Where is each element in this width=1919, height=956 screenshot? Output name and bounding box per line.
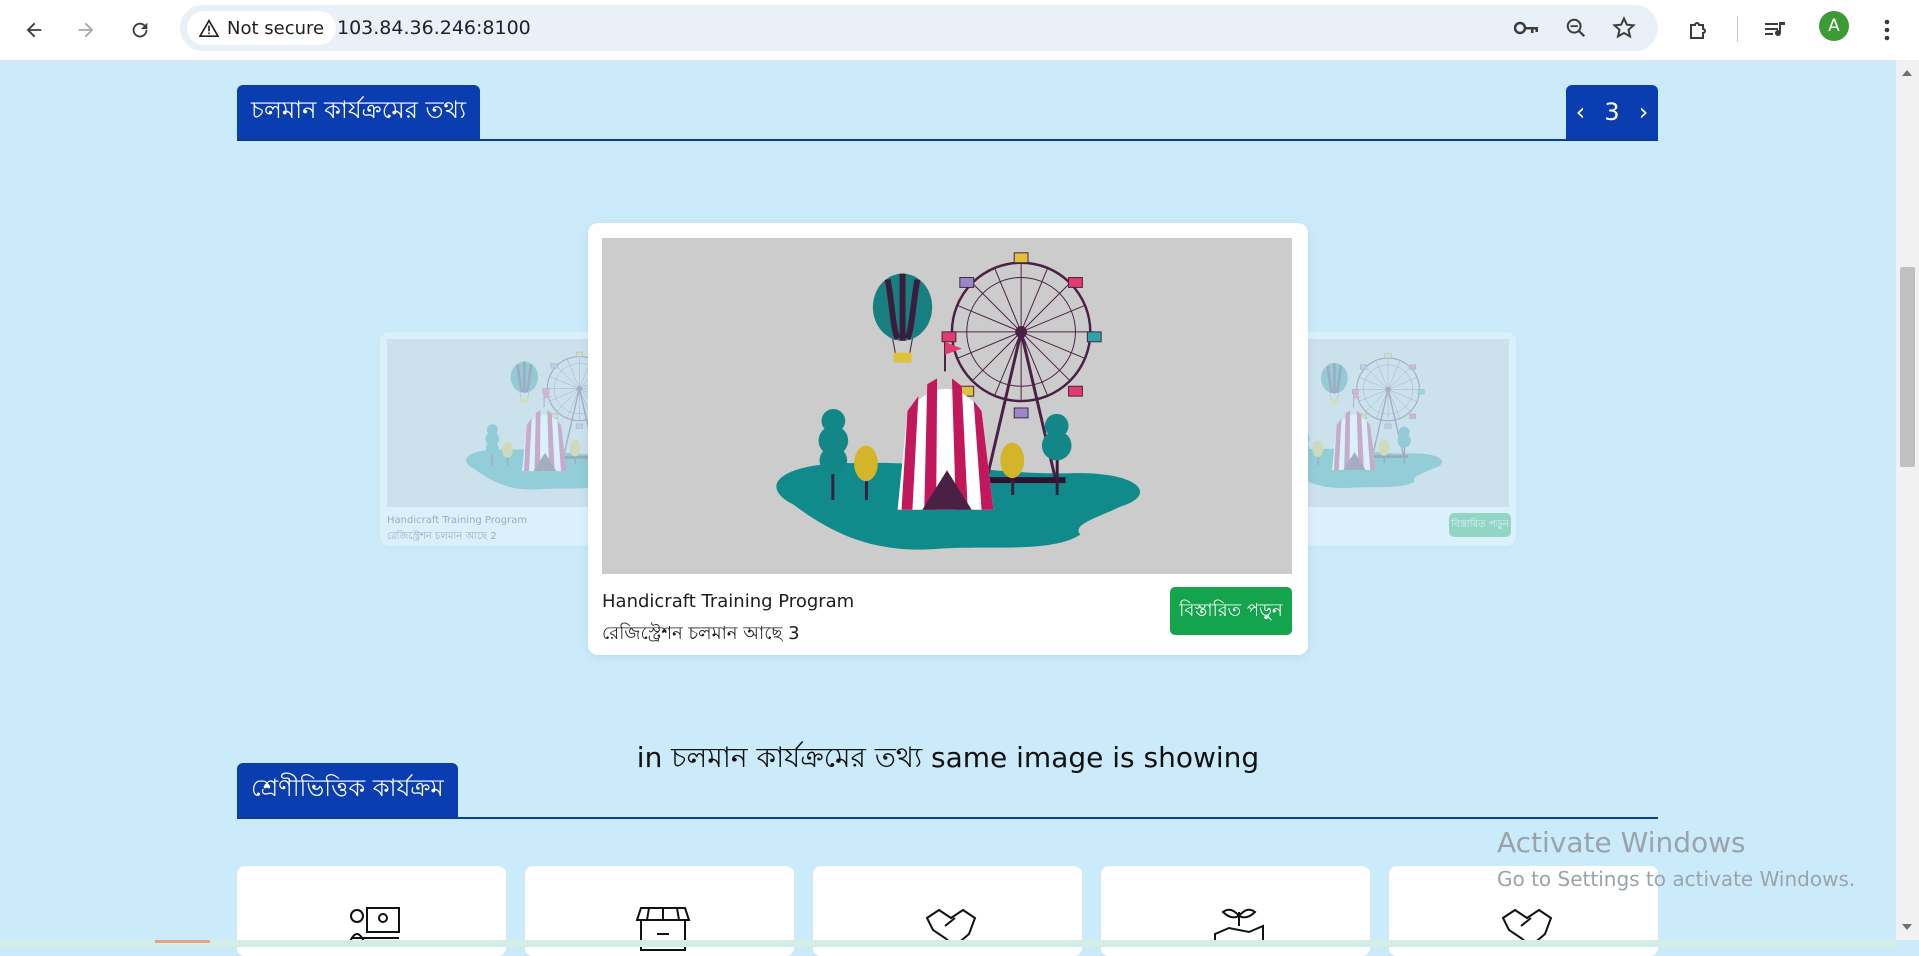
program-status: রেজিস্ট্রেশন চলমান আছে 2 [387,531,497,542]
scroll-down-icon[interactable] [1902,924,1912,930]
star-icon[interactable] [1609,13,1639,43]
key-icon[interactable] [1512,13,1542,43]
profile-avatar[interactable]: A [1819,11,1849,41]
activate-windows-title: Activate Windows [1497,826,1746,859]
address-bar[interactable]: Not secure 103.84.36.246:8100 [180,5,1658,51]
warning-icon [199,19,219,37]
read-more-button[interactable]: বিস্তারিত পড়ুন [1170,587,1292,635]
carousel-card-center[interactable]: Handicraft Training Program রেজিস্ট্রেশন… [588,223,1308,655]
pager-prev-button[interactable]: ‹ [1576,98,1586,126]
toolbar-separator [1737,16,1738,42]
menu-icon[interactable] [1869,12,1905,48]
read-more-button[interactable]: বিস্তারিত পড়ুন [1449,513,1511,537]
zoom-icon[interactable] [1561,13,1591,43]
media-icon[interactable] [1758,12,1794,48]
taskbar-strip [0,940,1896,947]
back-arrow-icon[interactable] [16,12,52,48]
page-scrollbar[interactable] [1896,60,1919,940]
running-section-header: চলমান কার্যক্রমের তথ্য ‹ 3 › [237,85,1658,141]
browser-toolbar: Not secure 103.84.36.246:8100 A [0,0,1919,61]
category-section-header: শ্রেণীভিত্তিক কার্যক্রম [237,763,1658,819]
scroll-up-icon[interactable] [1902,70,1912,76]
program-title: Handicraft Training Program [602,591,855,612]
forward-arrow-icon[interactable] [68,12,104,48]
carnival-illustration [602,238,1292,574]
activate-windows-subtitle: Go to Settings to activate Windows. [1497,867,1856,891]
program-status: রেজিস্ট্রেশন চলমান আছে 3 [602,623,800,644]
pager-page-number: 3 [1604,98,1620,126]
scrollbar-thumb[interactable] [1900,267,1915,467]
pager-next-button[interactable]: › [1639,98,1649,126]
carousel-pager: ‹ 3 › [1566,85,1658,139]
security-label: Not secure [227,17,325,39]
reload-icon[interactable] [122,12,158,48]
extensions-icon[interactable] [1681,12,1717,48]
taskbar-tab [155,940,210,943]
program-image [602,238,1292,574]
category-section-title: শ্রেণীভিত্তিক কার্যক্রম [237,763,458,817]
program-title: Handicraft Training Program [387,515,528,526]
running-section-title: চলমান কার্যক্রমের তথ্য [237,85,481,139]
security-chip[interactable]: Not secure [187,11,337,45]
url-text[interactable]: 103.84.36.246:8100 [337,5,531,51]
